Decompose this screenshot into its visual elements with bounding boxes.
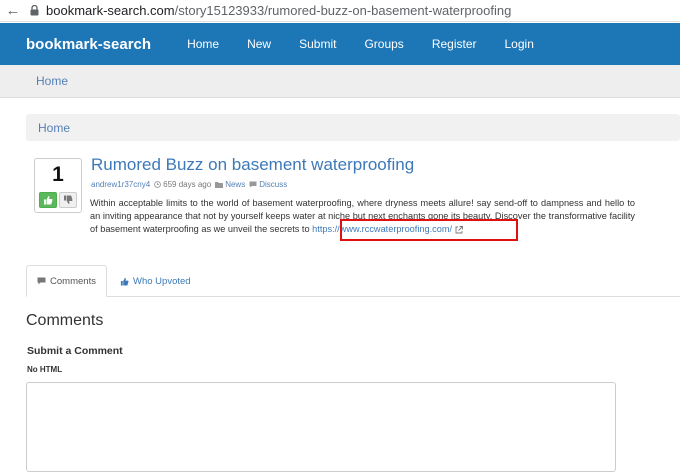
breadcrumb-home[interactable]: Home <box>38 121 70 135</box>
lock-icon <box>26 0 42 22</box>
site-brand[interactable]: bookmark-search <box>26 36 151 53</box>
upvote-button[interactable] <box>39 192 57 208</box>
back-arrow-icon[interactable]: ← <box>0 0 26 22</box>
url-path: /story15123933/rumored-buzz-on-basement-… <box>174 3 512 18</box>
nav-groups[interactable]: Groups <box>350 37 417 51</box>
submit-comment-heading: Submit a Comment <box>27 345 123 357</box>
comment-textarea[interactable] <box>26 382 616 472</box>
breadcrumb: Home <box>26 114 680 141</box>
tab-who-upvoted[interactable]: Who Upvoted <box>114 265 197 297</box>
clock-icon <box>154 181 162 188</box>
nav-register[interactable]: Register <box>418 37 491 51</box>
story-category[interactable]: News <box>225 180 245 189</box>
thumbs-down-icon <box>64 195 73 204</box>
story-title[interactable]: Rumored Buzz on basement waterproofing <box>91 155 414 175</box>
downvote-button[interactable] <box>59 192 77 208</box>
vote-count: 1 <box>52 163 64 186</box>
no-html-note: No HTML <box>27 365 63 374</box>
top-navbar: bookmark-search Home New Submit Groups R… <box>0 23 680 65</box>
nav-new[interactable]: New <box>233 37 285 51</box>
story-discuss-link[interactable]: Discuss <box>259 180 287 189</box>
tab-comments-label: Comments <box>50 275 96 287</box>
tab-who-upvoted-label: Who Upvoted <box>133 275 191 287</box>
story-age: 659 days ago <box>163 180 212 189</box>
top-breadcrumb-home[interactable]: Home <box>36 74 68 88</box>
comments-heading: Comments <box>26 312 104 329</box>
thumbs-up-icon <box>44 196 53 205</box>
nav-home[interactable]: Home <box>173 37 233 51</box>
address-url[interactable]: bookmark-search.com/story15123933/rumore… <box>46 3 511 18</box>
highlight-annotation-box <box>340 219 518 241</box>
vote-box: 1 <box>34 158 82 213</box>
story-author[interactable]: andrew1r37cny4 <box>91 180 150 189</box>
nav-submit[interactable]: Submit <box>285 37 350 51</box>
comment-icon <box>249 181 257 188</box>
story-meta: andrew1r37cny4 659 days ago News Discuss <box>91 180 287 189</box>
url-host: bookmark-search.com <box>46 3 175 18</box>
top-breadcrumb-strip: Home <box>0 65 680 98</box>
tab-comments[interactable]: Comments <box>26 265 107 297</box>
folder-icon <box>215 182 224 188</box>
browser-address-bar[interactable]: ← bookmark-search.com/story15123933/rumo… <box>0 0 680 22</box>
nav-login[interactable]: Login <box>491 37 548 51</box>
thumbs-up-icon <box>120 277 129 286</box>
comment-icon <box>37 277 46 285</box>
